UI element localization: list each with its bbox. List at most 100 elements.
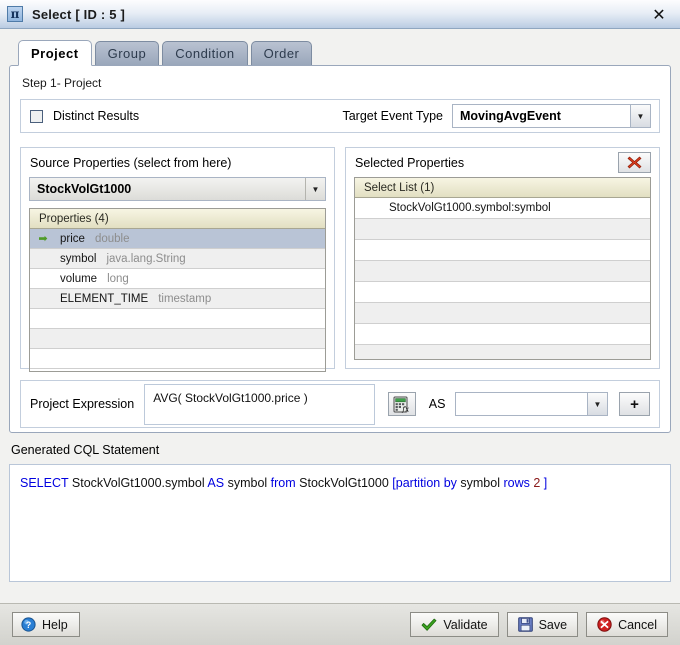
- property-type: long: [107, 272, 129, 285]
- source-properties-box: Source Properties (select from here) Sto…: [20, 147, 335, 372]
- list-item[interactable]: [355, 303, 650, 324]
- properties-columns: Source Properties (select from here) Sto…: [20, 147, 660, 372]
- cql-token: StockVolGt1000: [299, 476, 389, 490]
- cancel-button[interactable]: Cancel: [586, 612, 668, 637]
- property-name: ELEMENT_TIME: [60, 292, 149, 305]
- dialog-body: Project Group Condition Order Step 1- Pr…: [0, 29, 680, 603]
- tabstrip: Project Group Condition Order: [9, 38, 671, 66]
- cql-token: ]: [543, 476, 548, 490]
- window-title: Select [ ID : 5 ]: [32, 6, 125, 22]
- cql-token: symbol: [460, 476, 500, 490]
- delete-selected-button[interactable]: [618, 152, 651, 173]
- tab-condition-label: Condition: [175, 46, 235, 61]
- save-button[interactable]: Save: [506, 612, 579, 637]
- source-stream-value: StockVolGt1000: [37, 182, 132, 196]
- chevron-down-icon[interactable]: ▼: [587, 393, 608, 415]
- add-expression-button[interactable]: +: [619, 392, 651, 416]
- cql-token: symbol: [227, 476, 268, 490]
- list-item[interactable]: [355, 240, 650, 261]
- table-row[interactable]: [30, 309, 325, 329]
- validate-button[interactable]: Validate: [410, 612, 499, 637]
- selected-properties-header: Selected Properties: [354, 152, 651, 177]
- close-icon[interactable]: ✕: [648, 3, 670, 25]
- distinct-results-checkbox[interactable]: [30, 109, 43, 123]
- right-arrow-icon: ➡: [38, 233, 48, 245]
- checkmark-icon: [421, 618, 437, 632]
- list-item[interactable]: [355, 261, 650, 282]
- table-row[interactable]: [30, 329, 325, 349]
- cql-token: [partition by: [392, 476, 457, 490]
- tab-condition[interactable]: Condition: [162, 41, 248, 65]
- list-item[interactable]: [355, 324, 650, 345]
- source-list-header: Properties (4): [30, 209, 325, 229]
- property-type: double: [94, 232, 130, 245]
- source-properties-title: Source Properties (select from here): [30, 156, 232, 170]
- target-event-type-label: Target Event Type: [342, 109, 443, 123]
- generated-cql-label: Generated CQL Statement: [11, 443, 160, 457]
- options-row: Distinct Results Target Event Type Movin…: [20, 99, 660, 133]
- list-item[interactable]: [355, 219, 650, 240]
- tab-order[interactable]: Order: [250, 41, 313, 65]
- source-stream-select[interactable]: StockVolGt1000 ▼: [29, 177, 326, 201]
- tab-group-label: Group: [107, 46, 147, 61]
- red-x-icon: [627, 155, 642, 170]
- property-type: java.lang.String: [106, 252, 186, 265]
- table-row[interactable]: ➡ price double: [30, 229, 325, 249]
- select-list[interactable]: Select List (1) StockVolGt1000.symbol:sy…: [354, 177, 651, 360]
- selected-properties-title: Selected Properties: [355, 156, 465, 170]
- tab-group[interactable]: Group: [94, 41, 160, 65]
- step-label: Step 1- Project: [22, 76, 102, 90]
- chevron-down-icon[interactable]: ▼: [305, 178, 325, 200]
- list-item[interactable]: [355, 282, 650, 303]
- as-label: AS: [428, 397, 446, 411]
- as-alias-value: [456, 393, 587, 415]
- cql-token: StockVolGt1000.symbol: [71, 476, 205, 490]
- tab-project-label: Project: [31, 45, 79, 61]
- table-row[interactable]: [30, 349, 325, 369]
- property-name: volume: [60, 272, 98, 285]
- select-list-header: Select List (1): [355, 178, 650, 198]
- cql-token: SELECT: [20, 476, 69, 490]
- svg-text:?: ?: [26, 620, 32, 630]
- calculator-fx-icon: fx: [393, 396, 410, 413]
- generated-cql-statement: SELECT StockVolGt1000.symbol AS symbol f…: [9, 464, 671, 582]
- as-alias-select[interactable]: ▼: [455, 392, 609, 416]
- distinct-results-label: Distinct Results: [53, 109, 140, 123]
- cql-token: from: [270, 476, 296, 490]
- help-icon: ?: [21, 617, 36, 632]
- chevron-down-icon[interactable]: ▼: [630, 105, 650, 127]
- floppy-disk-icon: [517, 617, 533, 632]
- save-button-label: Save: [538, 617, 568, 632]
- footer-bar: ? Help Validate Save Cancel: [0, 603, 680, 645]
- source-properties-list[interactable]: Properties (4) ➡ price double symbol jav…: [29, 208, 326, 372]
- expression-editor-button[interactable]: fx: [387, 392, 416, 416]
- cql-token: 2: [533, 476, 541, 490]
- cancel-x-icon: [597, 617, 612, 632]
- selected-properties-box: Selected Properties Select List (1) Stoc…: [345, 147, 660, 369]
- validate-button-label: Validate: [443, 617, 488, 632]
- window-titlebar: π Select [ ID : 5 ] ✕: [0, 0, 680, 29]
- help-button[interactable]: ? Help: [12, 612, 80, 637]
- property-name: price: [60, 232, 85, 245]
- table-row[interactable]: ELEMENT_TIME timestamp: [30, 289, 325, 309]
- project-expression-input[interactable]: AVG( StockVolGt1000.price ): [144, 383, 375, 425]
- tab-order-label: Order: [263, 46, 300, 61]
- table-row[interactable]: volume long: [30, 269, 325, 289]
- selected-property-text: StockVolGt1000.symbol:symbol: [389, 202, 551, 214]
- target-event-type-select[interactable]: MovingAvgEvent ▼: [452, 104, 651, 128]
- list-item[interactable]: StockVolGt1000.symbol:symbol: [355, 198, 650, 219]
- project-expression-label: Project Expression: [30, 397, 135, 411]
- property-type: timestamp: [158, 292, 212, 305]
- target-event-type-value: MovingAvgEvent: [460, 109, 561, 123]
- pi-icon: π: [7, 6, 23, 22]
- list-item[interactable]: [355, 345, 650, 359]
- cancel-button-label: Cancel: [618, 617, 657, 632]
- help-button-label: Help: [42, 617, 68, 632]
- project-expression-row: Project Expression AVG( StockVolGt1000.p…: [20, 380, 660, 428]
- tab-project[interactable]: Project: [18, 40, 92, 66]
- project-panel: Step 1- Project Distinct Results Target …: [9, 65, 671, 433]
- table-row[interactable]: symbol java.lang.String: [30, 249, 325, 269]
- property-name: symbol: [60, 252, 97, 265]
- cql-token: rows: [503, 476, 530, 490]
- cql-token: AS: [207, 476, 225, 490]
